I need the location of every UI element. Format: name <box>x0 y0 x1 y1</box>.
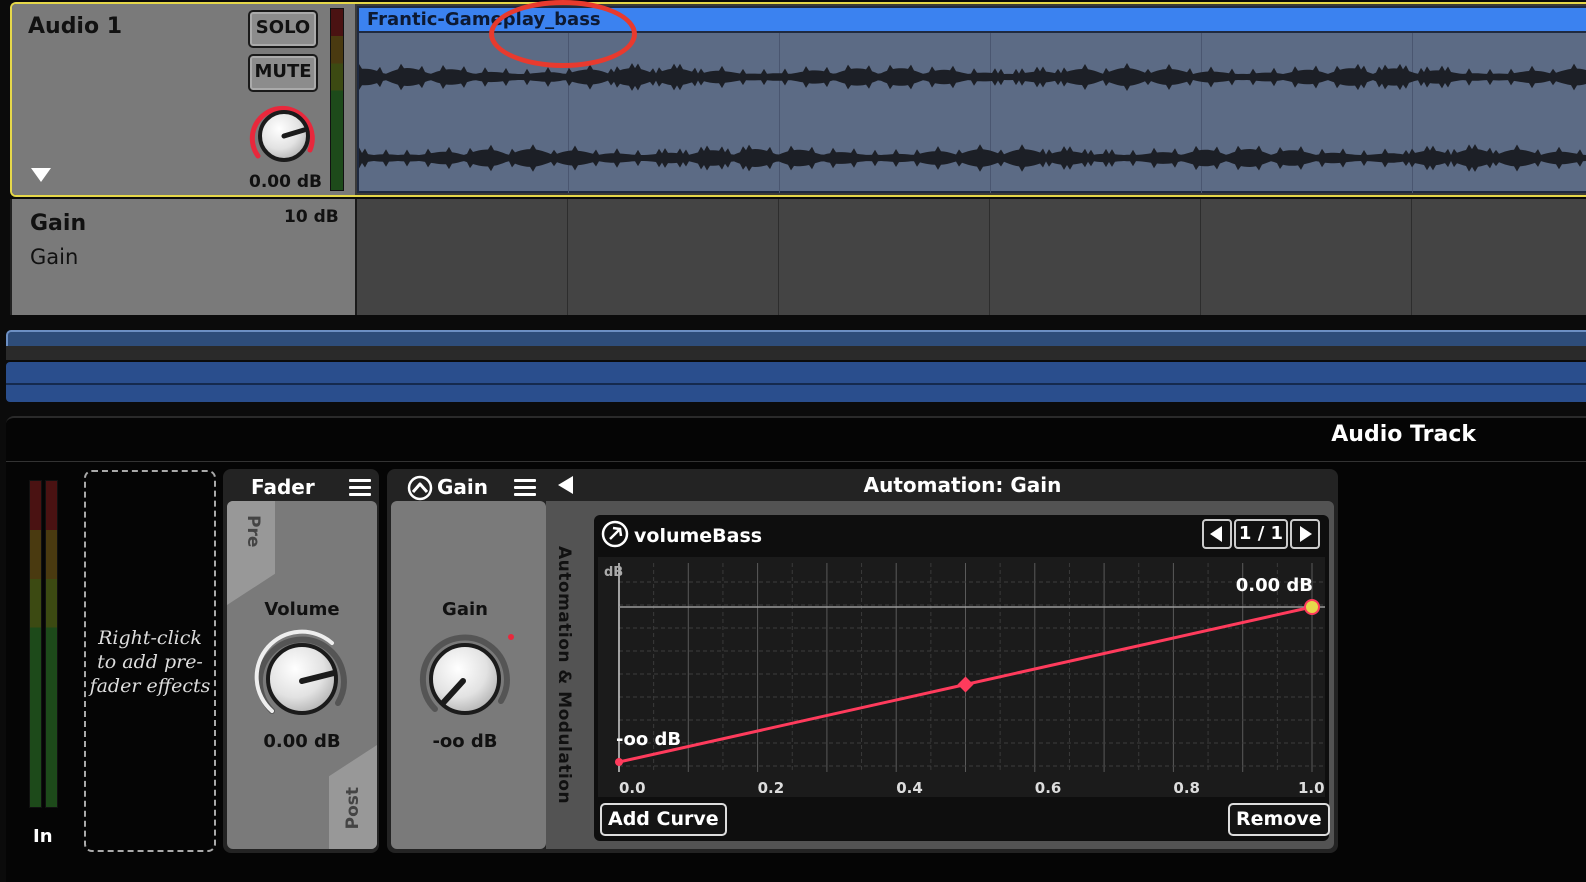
triangle-left-icon <box>1210 526 1222 542</box>
pre-label: Pre <box>243 515 263 548</box>
x-tick-label: 0.8 <box>1173 779 1200 797</box>
automation-point[interactable] <box>957 676 974 693</box>
track-volume-knob[interactable] <box>246 100 322 168</box>
lane-title: Gain <box>30 211 87 236</box>
automation-lane-gain[interactable]: Gain Gain 10 dB <box>10 199 1586 315</box>
automation-plot-svg[interactable]: 0.0 0.2 0.4 0.6 0.8 1.0 <box>598 557 1325 797</box>
panel-title: Audio Track <box>1331 422 1476 447</box>
track-level-meter <box>330 8 344 191</box>
gain-label: Gain <box>442 599 488 620</box>
bottom-value-label: -oo dB <box>616 729 682 750</box>
next-curve-button[interactable] <box>1290 519 1320 549</box>
track-header[interactable]: Audio 1 SOLO MUTE 0.00 dB <box>12 4 355 195</box>
fader-title: Fader <box>251 475 315 499</box>
automation-title: Automation: Gain <box>863 473 1062 497</box>
top-value-label: 0.00 dB <box>1235 575 1313 596</box>
x-tick-label: 0.0 <box>619 779 646 797</box>
horizontal-scrollbar[interactable] <box>6 362 1586 402</box>
add-curve-button[interactable]: Add Curve <box>600 803 727 836</box>
curve-name: volumeBass <box>634 525 763 547</box>
prefader-hint: Right-click to add pre-fader effects <box>89 627 211 697</box>
fader-menu-icon[interactable] <box>349 479 371 497</box>
timeline-overview-track <box>6 346 1586 360</box>
curve-page-indicator: 1 / 1 <box>1234 519 1288 549</box>
x-tick-label: 0.4 <box>896 779 923 797</box>
automation-point[interactable] <box>1304 599 1320 615</box>
volume-label: Volume <box>264 599 340 620</box>
post-label: Post <box>343 787 363 830</box>
annotation-circle <box>489 0 637 68</box>
automation-lane-header[interactable]: Gain Gain 10 dB <box>12 199 357 315</box>
gain-knob[interactable] <box>415 627 519 723</box>
track-name: Audio 1 <box>28 14 123 39</box>
volume-value: 0.00 dB <box>263 731 341 752</box>
remove-curve-button[interactable]: Remove <box>1228 803 1330 836</box>
x-tick-label: 0.6 <box>1035 779 1062 797</box>
fader-body: Pre Post Volume 0.00 dB <box>227 501 377 849</box>
input-meter-left <box>29 480 42 808</box>
track-volume-readout: 0.00 dB <box>249 172 322 192</box>
lane-subtitle: Gain <box>30 245 79 269</box>
gain-body: Gain -oo dB <box>391 501 546 849</box>
prev-curve-button[interactable] <box>1202 519 1232 549</box>
automation-plot[interactable]: 0.0 0.2 0.4 0.6 0.8 1.0 dB 0.00 dB -oo dB <box>598 557 1325 797</box>
automation-modulation-label: Automation & Modulation <box>554 546 574 805</box>
curve-link-icon[interactable] <box>601 520 629 548</box>
waveform-channel <box>359 63 1586 91</box>
pre-tab[interactable]: Pre <box>227 501 275 605</box>
triangle-down-icon[interactable] <box>30 166 52 184</box>
post-tab[interactable]: Post <box>329 745 377 849</box>
solo-button[interactable]: SOLO <box>248 10 318 48</box>
fader-plugin[interactable]: Fader Pre Post Volume 0.00 dB <box>223 469 379 853</box>
automation-point[interactable] <box>615 758 623 766</box>
triangle-right-icon <box>1300 526 1312 542</box>
lane-max-label: 10 dB <box>284 207 339 227</box>
volume-knob[interactable] <box>252 629 352 725</box>
prefader-drop-zone[interactable]: Right-click to add pre-fader effects <box>84 470 216 852</box>
automation-curve-panel[interactable]: volumeBass 1 / 1 0.0 0.2 0.4 0.6 0.8 1.0 dB 0… <box>594 515 1330 841</box>
input-meter-right <box>45 480 58 808</box>
gain-plugin[interactable]: Gain Automation: Gain Gain -oo dB Automa… <box>387 469 1338 853</box>
x-tick-label: 1.0 <box>1298 779 1325 797</box>
mute-button[interactable]: MUTE <box>248 54 318 92</box>
gain-value: -oo dB <box>432 731 498 752</box>
automation-modulation-tab[interactable]: Automation & Modulation <box>546 501 590 849</box>
track-audio-1[interactable]: Audio 1 SOLO MUTE 0.00 dB Frantic-Gamepl… <box>10 2 1586 197</box>
x-tick-label: 0.2 <box>758 779 785 797</box>
input-label: In <box>33 826 53 847</box>
waveform-channel <box>359 144 1586 172</box>
y-unit-label: dB <box>604 565 624 580</box>
